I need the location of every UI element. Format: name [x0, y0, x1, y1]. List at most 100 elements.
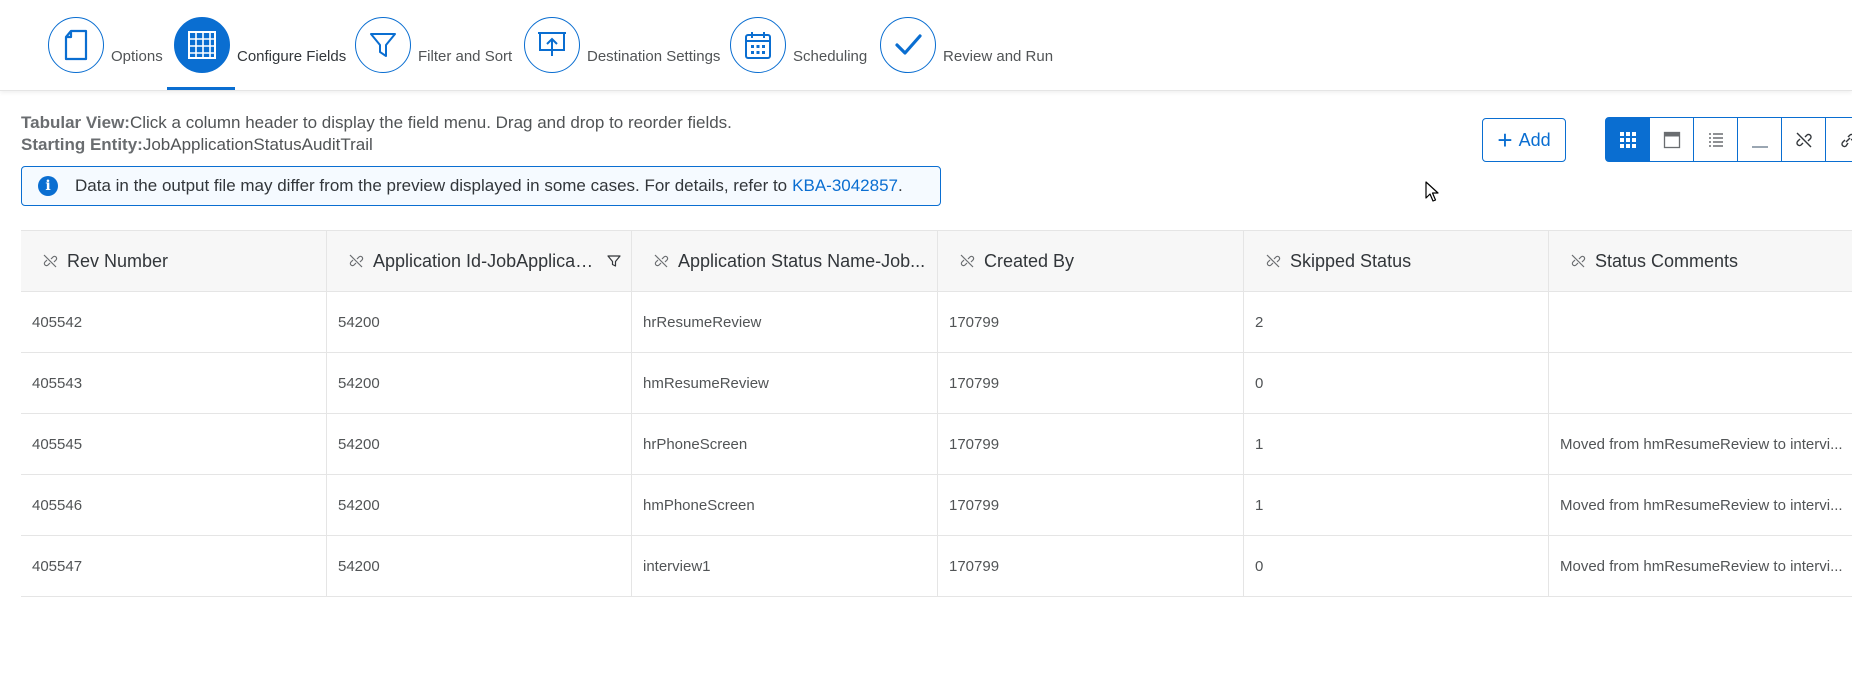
table-row: 405543 54200 hmResumeReview 170799 0: [21, 353, 1852, 414]
checkmark-icon: [880, 17, 936, 73]
step-destination-settings[interactable]: Destination Settings: [524, 17, 720, 73]
minimize-icon: [1751, 145, 1768, 148]
column-header-skipped-status[interactable]: Skipped Status: [1244, 231, 1549, 291]
table-row: 405546 54200 hmPhoneScreen 170799 1 Move…: [21, 475, 1852, 536]
column-header-created-by[interactable]: Created By: [938, 231, 1244, 291]
tabular-view-text: Click a column header to display the fie…: [129, 113, 732, 132]
table-cell: hrResumeReview: [632, 292, 938, 352]
column-header-label: Skipped Status: [1290, 250, 1412, 271]
table-cell: 170799: [938, 536, 1244, 596]
table-cell: 54200: [327, 414, 632, 474]
column-header-application-id[interactable]: Application Id-JobApplicati...: [327, 231, 632, 291]
preview-table: Rev Number Application Id-JobApplicati..…: [21, 230, 1852, 597]
step-label: Scheduling: [793, 47, 868, 65]
tabular-view-label: Tabular View:: [21, 113, 130, 132]
column-header-rev-number[interactable]: Rev Number: [21, 231, 327, 291]
table-cell: 405546: [21, 475, 327, 535]
table-cell: 170799: [938, 414, 1244, 474]
table-cell: 2: [1244, 292, 1549, 352]
list-view-icon: [1708, 132, 1723, 147]
step-label: Review and Run: [943, 47, 1054, 65]
panel-view-button[interactable]: [1649, 117, 1694, 162]
table-cell: 405547: [21, 536, 327, 596]
starting-entity-label: Starting Entity:: [21, 135, 143, 154]
filter-icon: [355, 17, 411, 73]
table-cell: 0: [1244, 536, 1549, 596]
starting-entity-text: JobApplicationStatusAuditTrail: [142, 135, 373, 154]
starting-entity-info: Starting Entity:JobApplicationStatusAudi…: [21, 135, 373, 155]
info-icon: i: [38, 176, 58, 196]
column-header-label: Application Id-JobApplicati...: [373, 250, 598, 271]
column-header-label: Status Comments: [1595, 250, 1739, 271]
column-header-status-comments[interactable]: Status Comments: [1549, 231, 1852, 291]
calendar-icon: [730, 17, 786, 73]
link-icon: [1840, 133, 1852, 147]
column-header-label: Application Status Name-Job...: [678, 250, 926, 271]
table-cell: hmPhoneScreen: [632, 475, 938, 535]
add-button-label: Add: [1518, 129, 1551, 150]
active-step-indicator: [167, 87, 235, 90]
table-row: 405547 54200 interview1 170799 0 Moved f…: [21, 536, 1852, 597]
table-cell: hmResumeReview: [632, 353, 938, 413]
panel-view-icon: [1663, 131, 1680, 148]
message-text: Data in the output file may differ from …: [75, 176, 788, 195]
table-cell: 54200: [327, 292, 632, 352]
unlink-icon: [1265, 253, 1281, 269]
table-cell: [1549, 353, 1852, 413]
info-message-strip: i Data in the output file may differ fro…: [21, 166, 941, 206]
kba-link[interactable]: KBA-3042857: [792, 176, 898, 196]
table-cell: 405542: [21, 292, 327, 352]
table-cell: 1: [1244, 414, 1549, 474]
unlink-icon: [653, 253, 669, 269]
step-label: Options: [111, 47, 163, 65]
unlink-icon: [1570, 253, 1586, 269]
table-cell: 170799: [938, 353, 1244, 413]
upload-screen-icon: [524, 17, 580, 73]
table-cell: Moved from hmResumeReview to intervi...: [1560, 496, 1843, 514]
table-cell: 54200: [327, 475, 632, 535]
unlink-icon: [959, 253, 975, 269]
unlink-icon: [348, 253, 364, 269]
column-header-label: Created By: [984, 250, 1075, 271]
tabular-view-info: Tabular View:Click a column header to di…: [21, 113, 732, 133]
table-cell: 0: [1244, 353, 1549, 413]
link-button[interactable]: [1825, 117, 1852, 162]
unlink-icon: [1795, 132, 1812, 147]
table-row: 405545 54200 hrPhoneScreen 170799 1 Move…: [21, 414, 1852, 475]
step-review-and-run[interactable]: Review and Run: [880, 17, 1053, 73]
list-view-button[interactable]: [1693, 117, 1738, 162]
step-configure-fields[interactable]: Configure Fields: [174, 17, 346, 73]
table-row: 405542 54200 hrResumeReview 170799 2: [21, 292, 1852, 353]
plus-icon: +: [1497, 125, 1513, 155]
view-toggle-group: [1605, 117, 1852, 162]
unlink-button[interactable]: [1781, 117, 1826, 162]
table-cell: interview1: [632, 536, 938, 596]
step-label: Configure Fields: [237, 47, 347, 65]
table-cell: Moved from hmResumeReview to intervi...: [1560, 435, 1843, 453]
table-cell: 170799: [938, 292, 1244, 352]
table-cell: [1549, 292, 1852, 352]
table-header-row: Rev Number Application Id-JobApplicati..…: [21, 230, 1852, 292]
add-button[interactable]: + Add: [1482, 118, 1566, 162]
unlink-icon: [42, 253, 58, 269]
column-header-application-status-name[interactable]: Application Status Name-Job...: [632, 231, 938, 291]
step-label: Filter and Sort: [418, 47, 513, 65]
step-scheduling[interactable]: Scheduling: [730, 17, 867, 73]
mouse-cursor-icon: [1425, 181, 1439, 202]
minimize-button[interactable]: [1737, 117, 1782, 162]
table-cell: 405545: [21, 414, 327, 474]
column-header-label: Rev Number: [67, 250, 169, 271]
table-cell: hrPhoneScreen: [632, 414, 938, 474]
document-icon: [48, 17, 104, 73]
table-cell: 1: [1244, 475, 1549, 535]
table-cell: 170799: [938, 475, 1244, 535]
table-grid-icon: [174, 17, 230, 73]
step-filter-and-sort[interactable]: Filter and Sort: [355, 17, 512, 73]
wizard-header: Options Configure Fields Filter and Sort…: [0, 0, 1852, 91]
table-cell: Moved from hmResumeReview to intervi...: [1560, 557, 1843, 575]
table-cell: 54200: [327, 536, 632, 596]
grid-view-button[interactable]: [1605, 117, 1650, 162]
table-cell: 54200: [327, 353, 632, 413]
step-options[interactable]: Options: [48, 17, 163, 73]
table-cell: 405543: [21, 353, 327, 413]
